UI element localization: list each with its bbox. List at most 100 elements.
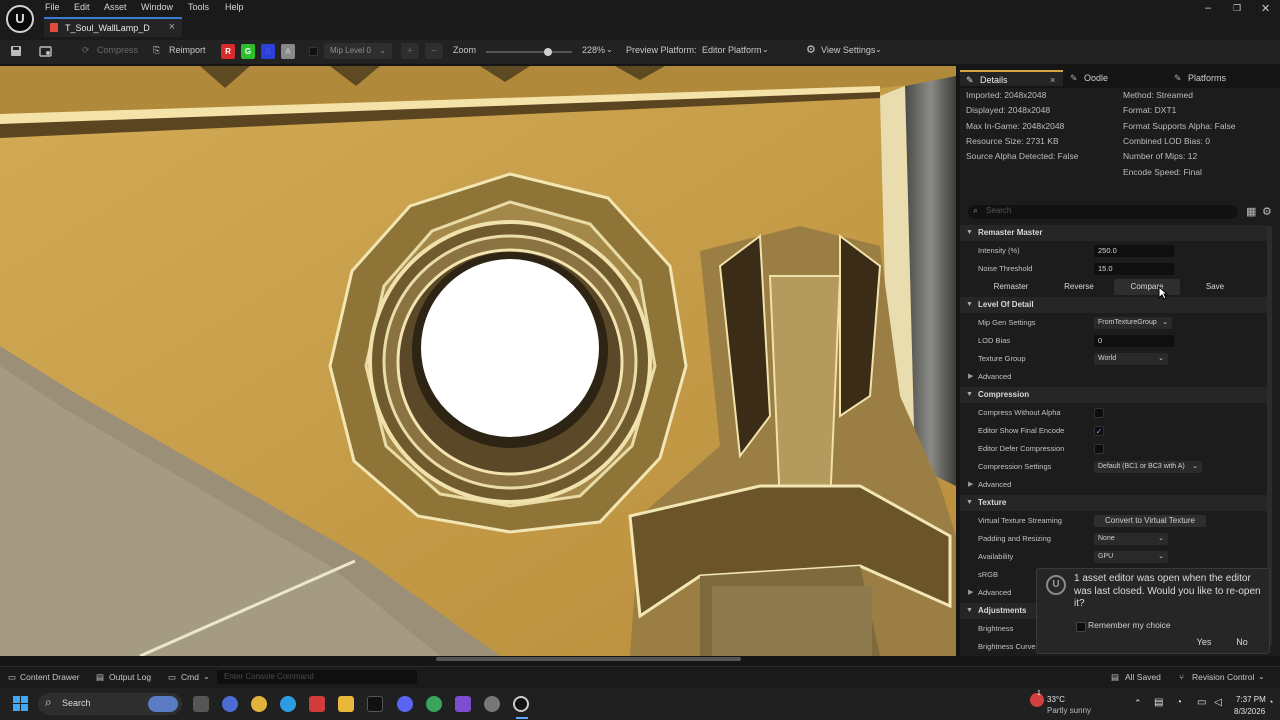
compress-without-alpha-label: Compress Without Alpha xyxy=(978,408,1061,417)
content-drawer-button[interactable]: Content Drawer xyxy=(20,672,80,682)
preview-platform-dropdown[interactable]: Editor Platform xyxy=(702,45,762,55)
app-gear-icon[interactable] xyxy=(484,696,500,712)
zoom-slider-thumb[interactable] xyxy=(543,48,552,56)
save-button[interactable]: Save xyxy=(1182,279,1248,295)
edge-icon[interactable] xyxy=(280,696,296,712)
mip-gen-dropdown[interactable]: FromTextureGroup ⌄ xyxy=(1094,317,1172,329)
intensity-input[interactable]: 250.0 xyxy=(1094,245,1174,257)
tray-app-icon[interactable]: ▤ xyxy=(1154,697,1163,708)
menu-tools[interactable]: Tools xyxy=(188,2,209,16)
tray-app-2-icon[interactable]: ◔ xyxy=(1176,697,1182,708)
output-log-button[interactable]: Output Log xyxy=(109,672,151,682)
compression-settings-dropdown[interactable]: Default (BC1 or BC3 with A) ⌄ xyxy=(1094,461,1202,473)
menu-file[interactable]: File xyxy=(45,2,60,16)
mip-level-dropdown[interactable]: Mip Level 0 ⌄ xyxy=(324,43,392,59)
tray-overflow-icon[interactable]: ⌃ xyxy=(1134,698,1142,709)
remaster-button[interactable]: Remaster xyxy=(978,279,1044,295)
revision-control-button[interactable]: Revision Control xyxy=(1192,672,1254,682)
app-green-icon[interactable] xyxy=(426,696,442,712)
clock-date[interactable]: 8/3/2026 xyxy=(1234,707,1265,716)
viewport-scrollbar[interactable] xyxy=(436,657,741,661)
volume-icon[interactable]: ◁ xyxy=(1214,697,1222,708)
compare-button[interactable]: Compare xyxy=(1114,279,1180,295)
mip-decrease-button[interactable]: − xyxy=(425,43,443,59)
search-input[interactable]: ⌕ Search xyxy=(968,205,1238,219)
console-input[interactable]: Enter Console Command xyxy=(217,670,417,684)
minimize-window-button[interactable]: – xyxy=(1205,2,1211,14)
red-channel-toggle[interactable]: R xyxy=(221,44,235,59)
all-saved-button[interactable]: All Saved xyxy=(1125,672,1161,682)
mip-level-checkbox[interactable] xyxy=(309,47,318,56)
close-tab-icon[interactable]: × xyxy=(169,21,175,33)
unreal-engine-taskbar-icon[interactable] xyxy=(513,696,529,712)
close-tab-icon[interactable]: × xyxy=(1050,72,1055,88)
info-max-in-game: Max In-Game: 2048x2048 xyxy=(966,121,1065,131)
compress-without-alpha-checkbox[interactable] xyxy=(1094,408,1104,418)
document-tab[interactable]: T_Soul_WallLamp_D × xyxy=(44,17,182,37)
texture-viewport[interactable] xyxy=(0,66,956,656)
view-settings-button[interactable]: View Settings xyxy=(821,45,875,55)
section-level-of-detail[interactable]: ▼ Level Of Detail xyxy=(960,297,1268,313)
maximize-window-button[interactable]: ❐ xyxy=(1233,3,1241,14)
yes-button[interactable]: Yes xyxy=(1185,635,1223,650)
chrome-icon[interactable] xyxy=(251,696,267,712)
texture-group-dropdown[interactable]: World ⌄ xyxy=(1094,353,1168,365)
blue-channel-toggle[interactable]: B xyxy=(261,44,275,59)
table-view-icon[interactable]: ▦ xyxy=(1246,205,1256,218)
triangle-right-icon: ▶ xyxy=(968,589,974,596)
zoom-percent[interactable]: 228% xyxy=(582,45,605,55)
section-texture[interactable]: ▼ Texture xyxy=(960,495,1268,511)
task-view-icon[interactable] xyxy=(193,696,209,712)
section-compression[interactable]: ▼ Compression xyxy=(960,387,1268,403)
wps-icon[interactable] xyxy=(309,696,325,712)
close-window-button[interactable]: ✕ xyxy=(1261,2,1270,15)
discord-icon[interactable] xyxy=(397,696,413,712)
advanced-compression-toggle[interactable]: ▶ Advanced xyxy=(960,477,1268,493)
menu-edit[interactable]: Edit xyxy=(74,2,90,16)
network-icon[interactable]: ▭ xyxy=(1197,697,1206,708)
menu-help[interactable]: Help xyxy=(225,2,244,16)
zoom-slider[interactable] xyxy=(486,48,572,56)
remember-choice-checkbox[interactable] xyxy=(1076,622,1086,632)
menu-asset[interactable]: Asset xyxy=(104,2,127,16)
advanced-lod-toggle[interactable]: ▶ Advanced xyxy=(960,369,1268,385)
file-explorer-icon[interactable] xyxy=(338,696,354,712)
copilot-icon[interactable] xyxy=(222,696,238,712)
reimport-button[interactable]: Reimport xyxy=(169,45,206,55)
show-final-encode-checkbox[interactable]: ✓ xyxy=(1094,426,1104,436)
visual-studio-icon[interactable] xyxy=(455,696,471,712)
reverse-button[interactable]: Reverse xyxy=(1046,279,1112,295)
mip-increase-button[interactable]: + xyxy=(401,43,419,59)
padding-dropdown[interactable]: None ⌄ xyxy=(1094,533,1168,545)
green-channel-toggle[interactable]: G xyxy=(241,44,255,59)
windows-start-icon[interactable] xyxy=(13,696,29,712)
cmd-dropdown[interactable]: Cmd xyxy=(181,672,199,682)
chevron-down-icon[interactable]: ⌄ xyxy=(606,45,613,54)
show-final-encode-label: Editor Show Final Encode xyxy=(978,426,1065,435)
no-button[interactable]: No xyxy=(1225,635,1259,650)
tab-oodle-label: Oodle xyxy=(1084,73,1109,83)
gear-icon[interactable]: ⚙ xyxy=(1262,205,1272,218)
save-icon[interactable] xyxy=(10,45,22,57)
notification-bell-icon[interactable]: ◔ xyxy=(1268,697,1273,707)
unreal-logo-icon[interactable]: U xyxy=(6,5,34,33)
capcut-icon[interactable] xyxy=(367,696,383,712)
clock-time[interactable]: 7:37 PM xyxy=(1236,695,1266,704)
availability-dropdown[interactable]: GPU ⌄ xyxy=(1094,551,1168,563)
tab-details[interactable]: ✎ Details × xyxy=(960,70,1063,86)
compress-button[interactable]: Compress xyxy=(97,45,138,55)
noise-threshold-input[interactable]: 15.0 xyxy=(1094,263,1174,275)
lod-bias-input[interactable]: 0 xyxy=(1094,335,1174,347)
gear-icon[interactable]: ⚙ xyxy=(806,43,816,56)
defer-compression-checkbox[interactable] xyxy=(1094,444,1104,454)
tab-oodle[interactable]: ✎ Oodle xyxy=(1070,70,1160,86)
weather-temperature[interactable]: 33°C xyxy=(1047,695,1065,704)
menu-window[interactable]: Window xyxy=(141,2,173,16)
tab-platforms[interactable]: ✎ Platforms xyxy=(1174,70,1264,86)
section-remaster-master[interactable]: ▼ Remaster Master xyxy=(960,225,1268,241)
alpha-channel-toggle[interactable]: A xyxy=(281,44,295,59)
browse-asset-icon[interactable] xyxy=(39,45,53,57)
taskbar-search-box[interactable]: ⌕ Search xyxy=(38,693,182,715)
reopen-editors-notification: U 1 asset editor was open when the edito… xyxy=(1036,568,1270,654)
convert-to-virtual-texture-button[interactable]: Convert to Virtual Texture xyxy=(1094,515,1206,527)
